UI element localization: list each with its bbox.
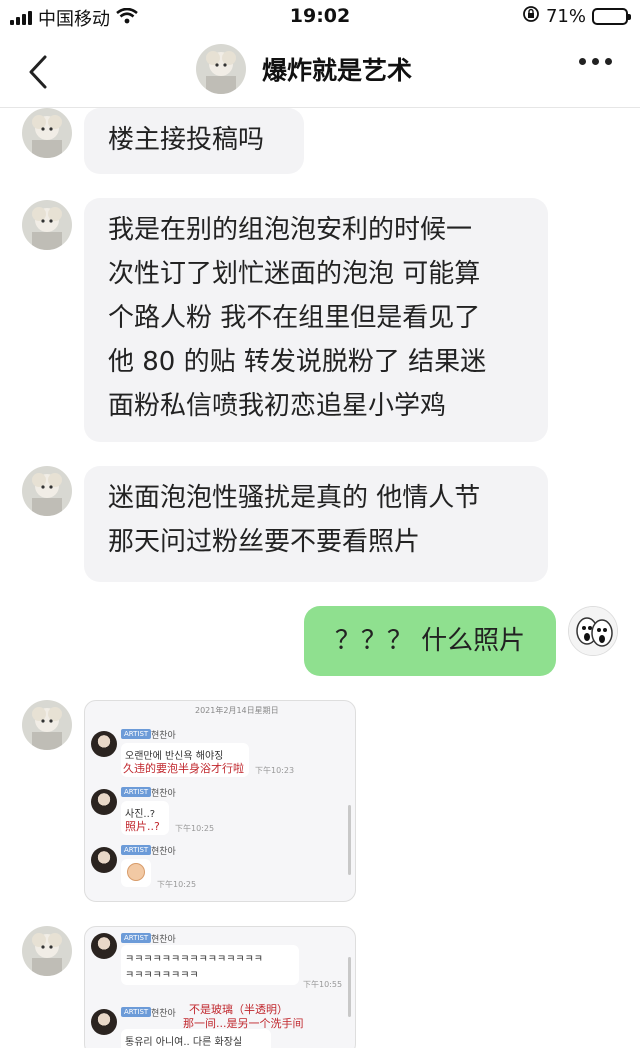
artist-name: 현찬아 [151,847,176,857]
message-line: 我是在别的组泡泡安利的时候一 [108,215,473,245]
sender-avatar[interactable] [22,700,72,750]
artist-tag: ARTIST [121,933,152,943]
artist-tag: ARTIST [121,787,152,797]
message-bubble[interactable]: 迷面泡泡性骚扰是真的 他情人节 那天问过粉丝要不要看照片 [84,466,548,582]
message-bubble[interactable]: 我是在别的组泡泡安利的时候一 次性订了划忙迷面的泡泡 可能算 个路人粉 我不在组… [84,198,548,442]
contact-avatar[interactable] [196,44,246,94]
battery-percent: 71% [545,6,586,27]
shot-time: 下午10:55 [303,980,343,989]
artist-name: 현찬아 [151,935,176,945]
shot-scrollbar [348,805,351,875]
sender-avatar[interactable] [22,926,72,976]
sender-avatar[interactable] [22,466,72,516]
shot-text-kr: ㅋㅋㅋㅋㅋㅋㅋㅋㅋㅋㅋㅋㅋㅋㅋ [125,954,263,965]
chat-list[interactable]: 楼主接投稿吗 我是在别的组泡泡安利的时候一 次性订了划忙迷面的泡泡 可能算 个路… [0,108,640,1048]
message-line: 次性订了划忙迷面的泡泡 可能算 [108,259,481,289]
artist-avatar [91,847,117,873]
message-line: 那天问过粉丝要不要看照片 [108,527,421,557]
shot-scrollbar [348,957,351,1017]
more-button[interactable] [579,58,612,65]
orientation-lock-icon [522,5,540,28]
sender-avatar[interactable] [22,200,72,250]
message-line: 迷面泡泡性骚扰是真的 他情人节 [108,483,481,513]
artist-tag: ARTIST [121,1007,152,1017]
artist-avatar [91,1009,117,1035]
message-line: 他 80 的贴 转发说脱粉了 结果迷 [108,347,487,377]
artist-avatar [91,731,117,757]
page-title: 爆炸就是艺术 [262,56,413,85]
emoji-icon [127,863,145,881]
shot-translation: 久违的要泡半身浴才行啦 [123,762,244,775]
shot-time: 下午10:25 [157,880,197,889]
artist-avatar [91,789,117,815]
message-text: 楼主接投稿吗 [108,125,265,155]
message-bubble[interactable]: 楼主接投稿吗 [84,108,304,174]
shot-time: 下午10:23 [255,766,295,775]
artist-name: 현찬아 [151,1009,176,1019]
battery-icon [592,8,631,25]
chevron-left-icon [29,55,47,89]
status-bar: 中国移动 19:02 71% [0,0,640,36]
artist-tag: ARTIST [121,845,152,855]
message-line: 个路人粉 我不在组里但是看见了 [108,303,481,333]
my-message-bubble[interactable]: ？？？ 什么照片 [304,606,556,676]
shot-text-kr: 통유리 아니여.. 다른 화장실 [125,1037,243,1048]
artist-name: 현찬아 [151,731,176,741]
back-button[interactable] [18,50,58,94]
shot-time: 下午10:25 [175,824,215,833]
artist-name: 현찬아 [151,789,176,799]
message-line: 面粉私信喷我初恋追星小学鸡 [108,391,447,421]
message-text: ？？？ 什么照片 [334,626,526,656]
image-message[interactable]: 2021年2月14日星期日 ARTIST 현찬아 오랜만에 반신욕 해야징 久违… [84,700,356,902]
nav-bar: 爆炸就是艺术 [0,36,640,108]
my-avatar[interactable] [568,606,618,656]
artist-tag: ARTIST [121,729,152,739]
shot-text-kr: ㅋㅋㅋㅋㅋㅋㅋㅋ [125,970,199,981]
shot-date: 2021年2月14日星期日 [195,706,279,715]
sender-avatar[interactable] [22,108,72,158]
artist-avatar [91,933,117,959]
shot-translation: 照片..? [125,820,160,833]
image-message[interactable]: ARTIST 현찬아 ㅋㅋㅋㅋㅋㅋㅋㅋㅋㅋㅋㅋㅋㅋㅋ ㅋㅋㅋㅋㅋㅋㅋㅋ 下午10… [84,926,356,1048]
